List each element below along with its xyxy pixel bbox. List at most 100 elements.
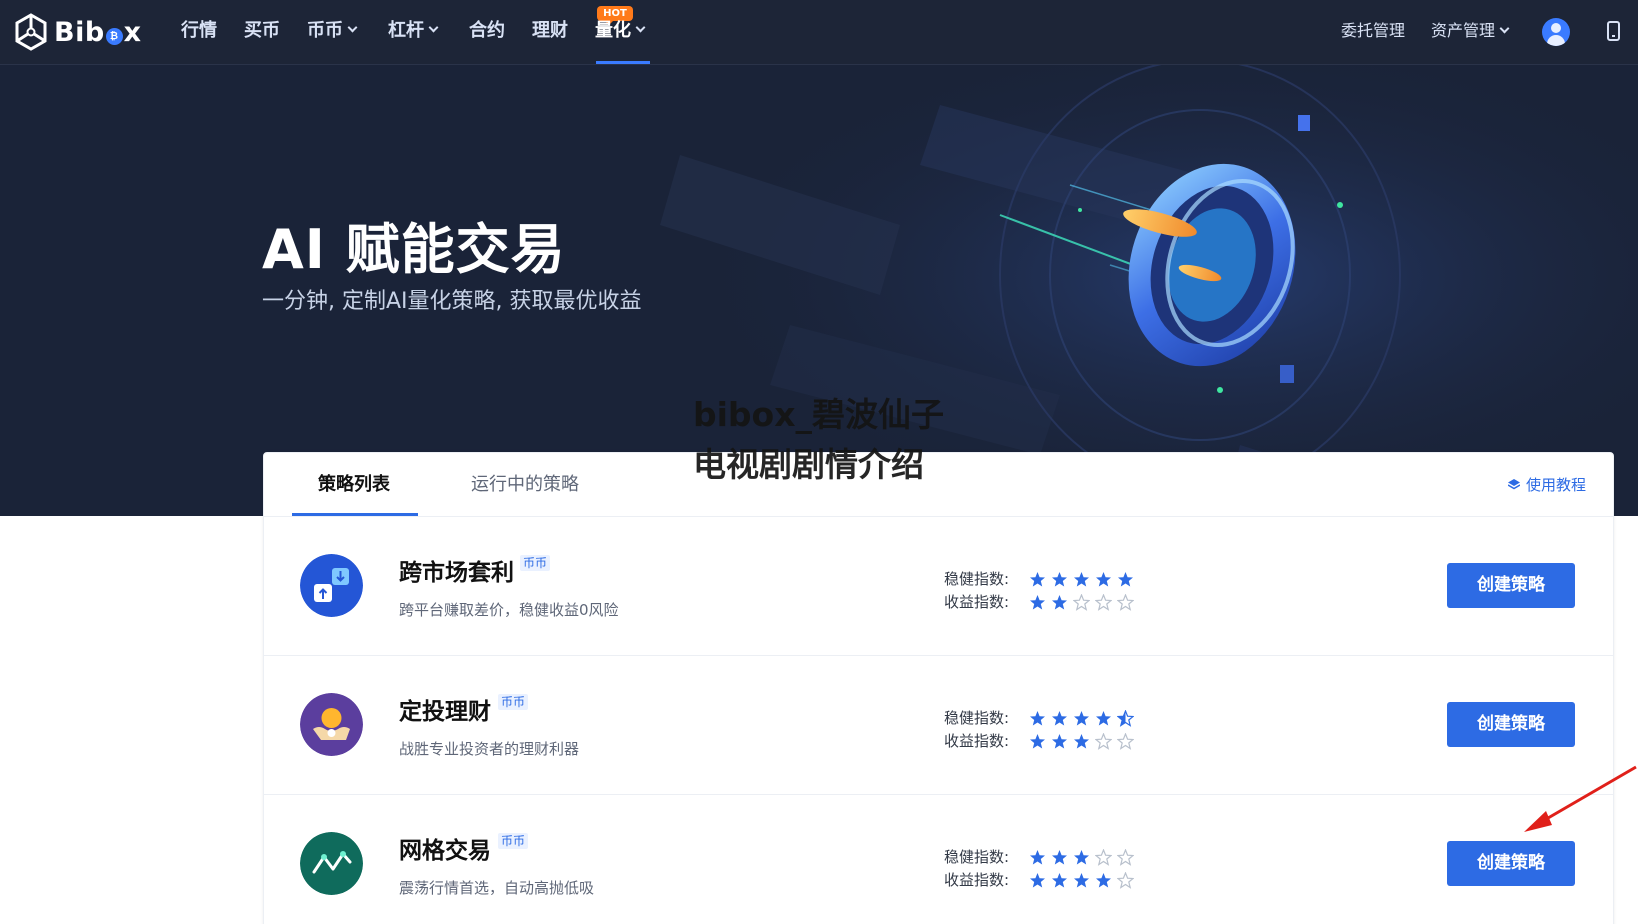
nav-item-label: 买币	[244, 20, 280, 41]
strategy-name: 跨市场套利	[399, 560, 514, 586]
star-empty-icon	[1117, 848, 1134, 866]
nav-item-market[interactable]: 行情	[181, 18, 217, 44]
mobile-app-icon[interactable]	[1607, 21, 1620, 41]
star-filled-icon	[1052, 594, 1067, 609]
active-nav-underline	[596, 61, 650, 64]
star-empty-icon	[1095, 593, 1112, 611]
watermark-overlay-text: bibox_碧波仙子 电视剧剧情介绍	[693, 390, 983, 490]
tutorial-link[interactable]: 使用教程	[1507, 475, 1586, 495]
layers-icon	[1507, 479, 1520, 490]
user-avatar-icon[interactable]	[1542, 18, 1570, 46]
exchange-arrows-icon	[300, 554, 363, 617]
star-filled-icon	[1030, 872, 1045, 887]
strategy-row-grid-trading: 网格交易 币币 震荡行情首选，自动高抛低吸 稳健指数: 收益指数: 创建策略	[264, 795, 1613, 924]
logo-text: Bib ₿ x	[54, 16, 142, 48]
star-filled-icon	[1096, 872, 1111, 887]
nav-item-label: 币币	[307, 20, 343, 41]
strategy-description: 跨平台赚取差价，稳健收益0风险	[399, 601, 619, 619]
watermark-line-1: bibox_碧波仙子	[693, 395, 945, 434]
nav-item-buy-crypto[interactable]: 买币	[244, 18, 280, 44]
stability-rating	[1029, 708, 1134, 728]
star-half-icon	[1117, 709, 1134, 727]
profit-rating	[1029, 870, 1134, 890]
nav-item-contract[interactable]: 合约	[469, 18, 505, 44]
strategy-description: 战胜专业投资者的理财利器	[399, 740, 580, 758]
tab-strategy-list[interactable]: 策略列表	[318, 472, 390, 498]
strategy-row-auto-invest: 定投理财 币币 战胜专业投资者的理财利器 稳健指数: 收益指数: 创建策略	[264, 656, 1613, 795]
profit-label: 收益指数:	[944, 593, 1010, 611]
nav-item-margin[interactable]: 杠杆	[388, 18, 439, 44]
tutorial-label: 使用教程	[1525, 476, 1586, 494]
chevron-down-icon	[428, 22, 439, 33]
orders-management-link[interactable]: 委托管理	[1341, 19, 1405, 43]
star-filled-icon	[1030, 733, 1045, 748]
star-empty-icon	[1117, 732, 1134, 750]
star-filled-icon	[1052, 872, 1067, 887]
chevron-down-icon	[635, 22, 646, 33]
star-empty-icon	[1095, 732, 1112, 750]
nav-item-label: 理财	[532, 20, 568, 41]
star-empty-icon	[1117, 593, 1134, 611]
star-empty-icon	[1095, 848, 1112, 866]
page: Bib ₿ x 行情 买币 币币 杠杆 合约 理财 HOT 量化 委托管理 资产管理	[0, 0, 1638, 924]
chevron-down-icon	[1499, 23, 1510, 34]
strategy-name: 定投理财	[399, 699, 491, 725]
star-filled-icon	[1074, 710, 1089, 725]
star-filled-icon	[1096, 571, 1111, 586]
hero-title: AI 赋能交易	[262, 218, 566, 281]
active-tab-underline	[292, 513, 418, 516]
strategy-tag: 币币	[498, 694, 529, 710]
chevron-down-icon	[347, 22, 358, 33]
nav-item-label: 量化	[595, 20, 631, 41]
star-filled-icon	[1096, 710, 1111, 725]
star-filled-icon	[1118, 571, 1133, 586]
star-filled-icon	[1052, 733, 1067, 748]
strategy-row-cross-market: 跨市场套利 币币 跨平台赚取差价，稳健收益0风险 稳健指数: 收益指数: 创建策…	[264, 517, 1613, 656]
nav-item-quant[interactable]: 量化	[595, 18, 646, 44]
strategy-description: 震荡行情首选，自动高抛低吸	[399, 879, 595, 897]
create-strategy-button[interactable]: 创建策略	[1447, 702, 1575, 747]
create-strategy-button[interactable]: 创建策略	[1447, 841, 1575, 886]
zigzag-line-icon	[300, 832, 363, 895]
orders-management-label: 委托管理	[1341, 21, 1406, 40]
star-filled-icon	[1052, 710, 1067, 725]
star-filled-icon	[1030, 571, 1045, 586]
star-filled-icon	[1030, 849, 1045, 864]
stability-rating	[1029, 569, 1134, 589]
tab-running-strategies[interactable]: 运行中的策略	[471, 472, 579, 498]
nav-item-spot[interactable]: 币币	[307, 18, 358, 44]
star-filled-icon	[1030, 594, 1045, 609]
red-annotation-arrow-icon	[1524, 765, 1637, 832]
stability-label: 稳健指数:	[944, 709, 1010, 727]
bibox-cube-icon	[15, 13, 47, 51]
bibox-logo[interactable]: Bib ₿ x	[14, 13, 142, 51]
nav-item-label: 合约	[469, 20, 505, 41]
coin-hand-icon	[300, 693, 363, 756]
star-empty-icon	[1117, 871, 1134, 889]
strategy-tag: 币币	[520, 555, 551, 571]
star-filled-icon	[1052, 571, 1067, 586]
star-filled-icon	[1030, 710, 1045, 725]
watermark-line-2: 电视剧剧情介绍	[693, 445, 924, 484]
star-filled-icon	[1052, 849, 1067, 864]
strategy-card: 策略列表 运行中的策略 使用教程 跨市场套利 币币 跨平台赚取差价，稳健收益0风…	[263, 452, 1614, 924]
strategy-name: 网格交易	[399, 838, 491, 864]
stability-label: 稳健指数:	[944, 570, 1010, 588]
stability-rating	[1029, 847, 1134, 867]
star-filled-icon	[1074, 733, 1089, 748]
nav-item-label: 杠杆	[388, 20, 424, 41]
create-strategy-button[interactable]: 创建策略	[1447, 563, 1575, 608]
star-filled-icon	[1074, 849, 1089, 864]
assets-management-menu[interactable]: 资产管理	[1431, 19, 1510, 43]
hero-subtitle: 一分钟, 定制AI量化策略, 获取最优收益	[262, 289, 642, 314]
star-empty-icon	[1073, 593, 1090, 611]
profit-rating	[1029, 731, 1134, 751]
assets-management-label: 资产管理	[1431, 21, 1496, 40]
profit-label: 收益指数:	[944, 871, 1010, 889]
star-filled-icon	[1074, 872, 1089, 887]
nav-item-label: 行情	[181, 20, 217, 41]
stability-label: 稳健指数:	[944, 848, 1010, 866]
top-navigation-bar: Bib ₿ x 行情 买币 币币 杠杆 合约 理财 HOT 量化 委托管理 资产管理	[0, 0, 1638, 65]
profit-label: 收益指数:	[944, 732, 1010, 750]
nav-item-finance[interactable]: 理财	[532, 18, 568, 44]
